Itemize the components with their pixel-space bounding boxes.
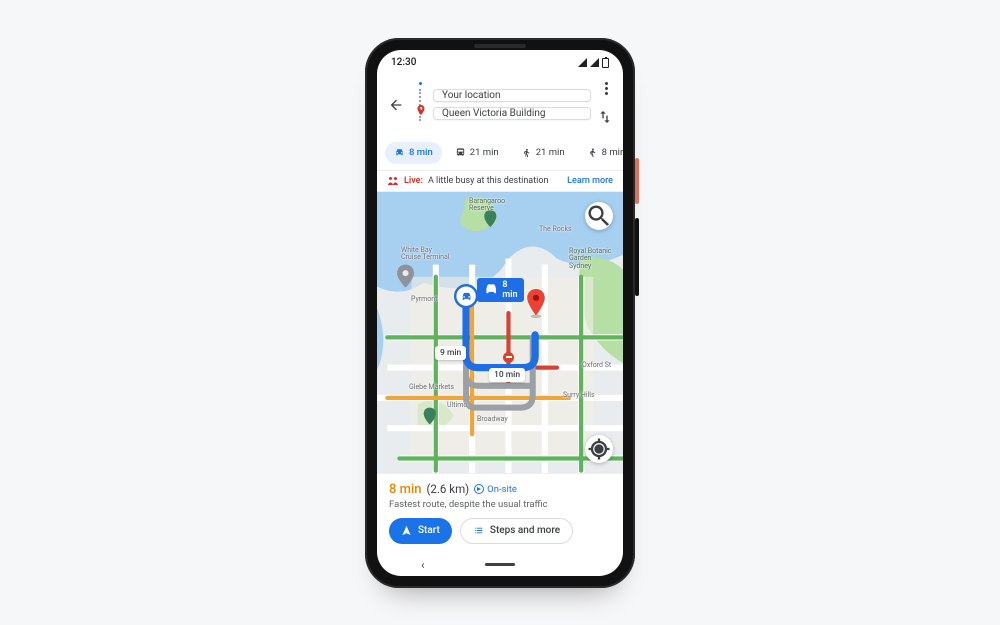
status-icons <box>578 58 609 68</box>
car-icon <box>394 147 405 158</box>
start-label: Start <box>418 525 440 536</box>
map-label-the-rocks: The Rocks <box>539 226 572 234</box>
mode-transit-label: 21 min <box>470 147 499 158</box>
road-closed-icon <box>503 352 514 363</box>
walk-icon <box>521 147 532 158</box>
transit-icon <box>455 147 466 158</box>
steps-label: Steps and more <box>490 525 560 536</box>
map-label-oxford: Oxford St <box>582 362 611 370</box>
rideshare-icon <box>587 147 598 158</box>
destination-pin-icon <box>415 104 425 114</box>
summary-distance: (2.6 km) <box>427 482 470 496</box>
mode-walk-label: 21 min <box>536 147 565 158</box>
destination-input[interactable]: Queen Victoria Building <box>433 107 591 120</box>
map-search-fab[interactable] <box>585 202 613 230</box>
nav-back-button[interactable]: ‹ <box>421 558 425 572</box>
car-icon <box>483 281 499 297</box>
map-label-broadway: Broadway <box>477 416 508 424</box>
map-label-botanic: Royal Botanic Garden Sydney <box>569 248 611 271</box>
map-label-glebe: Glebe Markets <box>409 384 454 392</box>
map-label-pyrmont: Pyrmont <box>411 296 437 304</box>
map-label-ultimo: Ultimo <box>447 402 467 410</box>
primary-route-duration: 8 min <box>502 280 517 300</box>
parking-icon <box>474 484 484 494</box>
route-endpoint-indicator <box>413 79 427 131</box>
start-navigation-button[interactable]: Start <box>389 518 452 544</box>
alt-route-2-duration: 10 min <box>494 370 520 380</box>
crosshair-icon <box>585 435 613 463</box>
summary-duration: 8 min <box>389 482 422 497</box>
mode-rideshare[interactable]: 8 min <box>578 142 623 164</box>
origin-value: Your location <box>442 90 501 101</box>
parking-onsite-label: On-site <box>487 484 517 495</box>
signal-icon <box>590 58 599 67</box>
status-bar: 12:30 <box>377 50 623 72</box>
gesture-handle[interactable] <box>485 563 515 567</box>
mode-drive-label: 8 min <box>409 147 433 158</box>
live-busyness-banner: Live: A little busy at this destination … <box>377 170 623 192</box>
magnifier-icon <box>585 202 613 230</box>
travel-mode-tabs: 8 min 21 min 21 min 8 min <box>377 140 623 170</box>
alt-route-1-duration: 9 min <box>440 348 461 358</box>
swap-vertical-icon <box>597 109 613 125</box>
origin-dot-icon <box>416 79 425 88</box>
phone-volume-button <box>635 218 639 296</box>
alt-route-1-chip[interactable]: 9 min <box>435 346 466 360</box>
origin-input[interactable]: Your location <box>433 89 591 102</box>
phone-power-button <box>635 158 639 204</box>
status-time: 12:30 <box>391 57 416 68</box>
mode-transit[interactable]: 21 min <box>446 142 508 164</box>
list-icon <box>473 525 484 536</box>
map-svg <box>377 192 623 473</box>
parking-onsite-badge: On-site <box>474 484 517 495</box>
alt-route-2-chip[interactable]: 10 min <box>489 368 525 382</box>
wifi-icon <box>578 58 587 67</box>
mode-rideshare-label: 8 min <box>602 147 623 158</box>
phone-frame: 12:30 <box>365 38 635 588</box>
map-canvas[interactable]: 8 min 9 min 10 min Barangaroo Reserve Th… <box>377 192 623 473</box>
live-text: A little busy at this destination <box>428 176 562 186</box>
summary-subtitle: Fastest route, despite the usual traffic <box>389 499 611 510</box>
my-location-fab[interactable] <box>585 435 613 463</box>
map-pin-icon <box>525 289 547 319</box>
map-label-surry: Surry Hills <box>563 392 595 400</box>
overflow-menu-button[interactable] <box>597 82 615 95</box>
navigation-bar: ‹ <box>377 554 623 576</box>
map-label-white-bay: White Bay Cruise Terminal <box>401 247 450 262</box>
back-button[interactable] <box>385 94 407 116</box>
map-label-barangaroo: Barangaroo Reserve <box>469 198 505 213</box>
mode-walk[interactable]: 21 min <box>512 142 574 164</box>
destination-value: Queen Victoria Building <box>442 108 545 119</box>
swap-endpoints-button[interactable] <box>597 109 615 127</box>
route-summary-sheet[interactable]: 8 min (2.6 km) On-site Fastest route, de… <box>377 473 623 554</box>
live-tag: Live: <box>404 176 423 186</box>
busyness-icon <box>387 176 399 186</box>
navigate-icon <box>401 525 412 536</box>
mode-drive[interactable]: 8 min <box>385 142 442 164</box>
arrow-left-icon <box>388 97 404 113</box>
destination-marker[interactable] <box>525 289 547 319</box>
live-learn-more-link[interactable]: Learn more <box>567 176 613 186</box>
battery-icon <box>602 58 609 68</box>
steps-and-more-button[interactable]: Steps and more <box>460 518 573 544</box>
primary-route-chip[interactable]: 8 min <box>477 278 524 302</box>
directions-header: Your location Queen Victoria Building <box>377 72 623 140</box>
